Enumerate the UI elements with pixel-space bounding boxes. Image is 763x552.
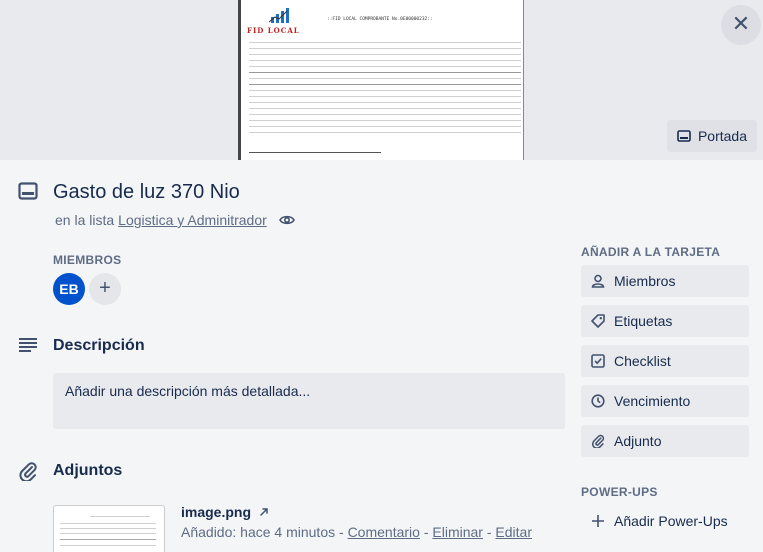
doc-signature-line [249, 152, 381, 153]
close-icon: ✕ [731, 12, 751, 37]
cover-button-label: Portada [697, 128, 748, 144]
person-icon [591, 274, 605, 288]
attachment-button-label: Adjunto [614, 433, 662, 449]
cover-button[interactable]: Portada [667, 120, 757, 152]
members-label: MIEMBROS [53, 253, 122, 267]
doc-body [249, 42, 521, 138]
card-icon [18, 182, 38, 200]
add-powerups-label: Añadir Power-Ups [614, 513, 728, 529]
attachments-title: Adjuntos [53, 462, 123, 479]
add-member-button[interactable]: + [89, 273, 121, 305]
description-input[interactable]: Añadir una descripción más detallada... [53, 373, 565, 429]
due-date-button[interactable]: Vencimiento [581, 385, 749, 417]
comment-link[interactable]: Comentario [348, 524, 420, 540]
description-title: Descripción [53, 337, 145, 354]
edit-link[interactable]: Editar [495, 524, 532, 540]
cover-icon [677, 130, 691, 142]
clock-icon [591, 394, 605, 408]
list-link[interactable]: Logistica y Adminitrador [118, 212, 267, 228]
attachment-thumbnail[interactable] [53, 505, 165, 552]
attachment-meta: Añadido: hace 4 minutos - Comentario - E… [181, 524, 532, 540]
doc-header: ::FID LOCAL COMPROBANTE No.0E00000232:: [327, 17, 433, 22]
in-list-line: en la lista Logistica y Adminitrador [55, 212, 295, 228]
labels-button-label: Etiquetas [614, 313, 673, 329]
paperclip-icon [591, 434, 605, 448]
attachment-added: Añadido: hace 4 minutos [181, 524, 336, 540]
plus-icon [592, 515, 604, 527]
labels-button[interactable]: Etiquetas [581, 305, 749, 337]
close-button[interactable]: ✕ [721, 5, 761, 45]
add-powerups-button[interactable]: Añadir Power-Ups [581, 505, 749, 537]
members-button[interactable]: Miembros [581, 265, 749, 297]
checklist-button[interactable]: Checklist [581, 345, 749, 377]
add-to-card-label: AÑADIR A LA TARJETA [581, 245, 721, 259]
due-date-button-label: Vencimiento [614, 393, 691, 409]
cover-image[interactable]: FID LOCAL ::FID LOCAL COMPROBANTE No.0E0… [238, 0, 524, 160]
in-list-prefix: en la lista [55, 212, 115, 228]
eye-icon[interactable] [278, 214, 295, 226]
powerups-label: POWER-UPS [581, 485, 658, 499]
attachment-name[interactable]: image.png [181, 504, 269, 520]
card-title[interactable]: Gasto de luz 370 Nio [53, 181, 240, 204]
avatar[interactable]: EB [53, 273, 85, 305]
members-button-label: Miembros [614, 273, 676, 289]
doc-brand: FID LOCAL [247, 26, 300, 35]
paperclip-icon [19, 462, 37, 481]
external-link-icon[interactable] [259, 507, 269, 517]
tag-icon [591, 314, 605, 328]
delete-link[interactable]: Eliminar [432, 524, 483, 540]
doc-logo-icon [269, 8, 289, 23]
description-icon [19, 338, 37, 352]
card-cover: FID LOCAL ::FID LOCAL COMPROBANTE No.0E0… [0, 0, 763, 160]
checklist-button-label: Checklist [614, 353, 671, 369]
checkbox-icon [591, 354, 605, 368]
attachment-filename[interactable]: image.png [181, 504, 251, 520]
attachment-button[interactable]: Adjunto [581, 425, 749, 457]
